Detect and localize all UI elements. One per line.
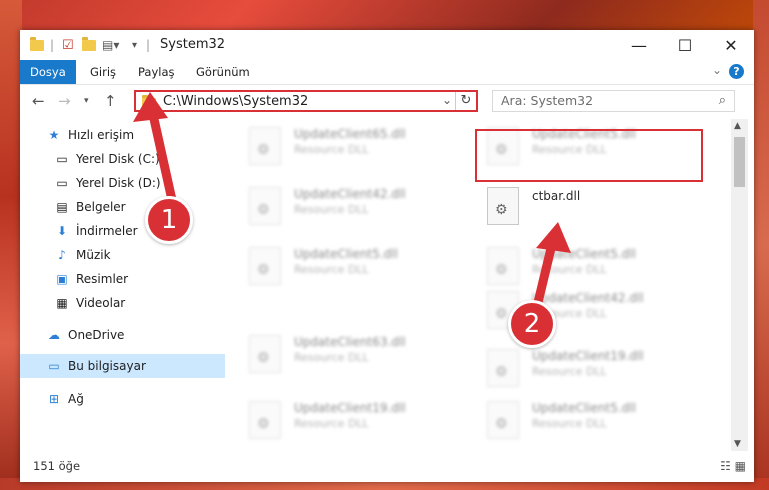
step-1-badge: 1 xyxy=(145,196,193,244)
arrow-1-head xyxy=(133,92,168,122)
annotation-arrows xyxy=(133,92,571,320)
step-2-badge: 2 xyxy=(508,300,556,348)
arrow-1-shaft xyxy=(147,105,177,205)
arrow-2-head xyxy=(536,222,571,253)
